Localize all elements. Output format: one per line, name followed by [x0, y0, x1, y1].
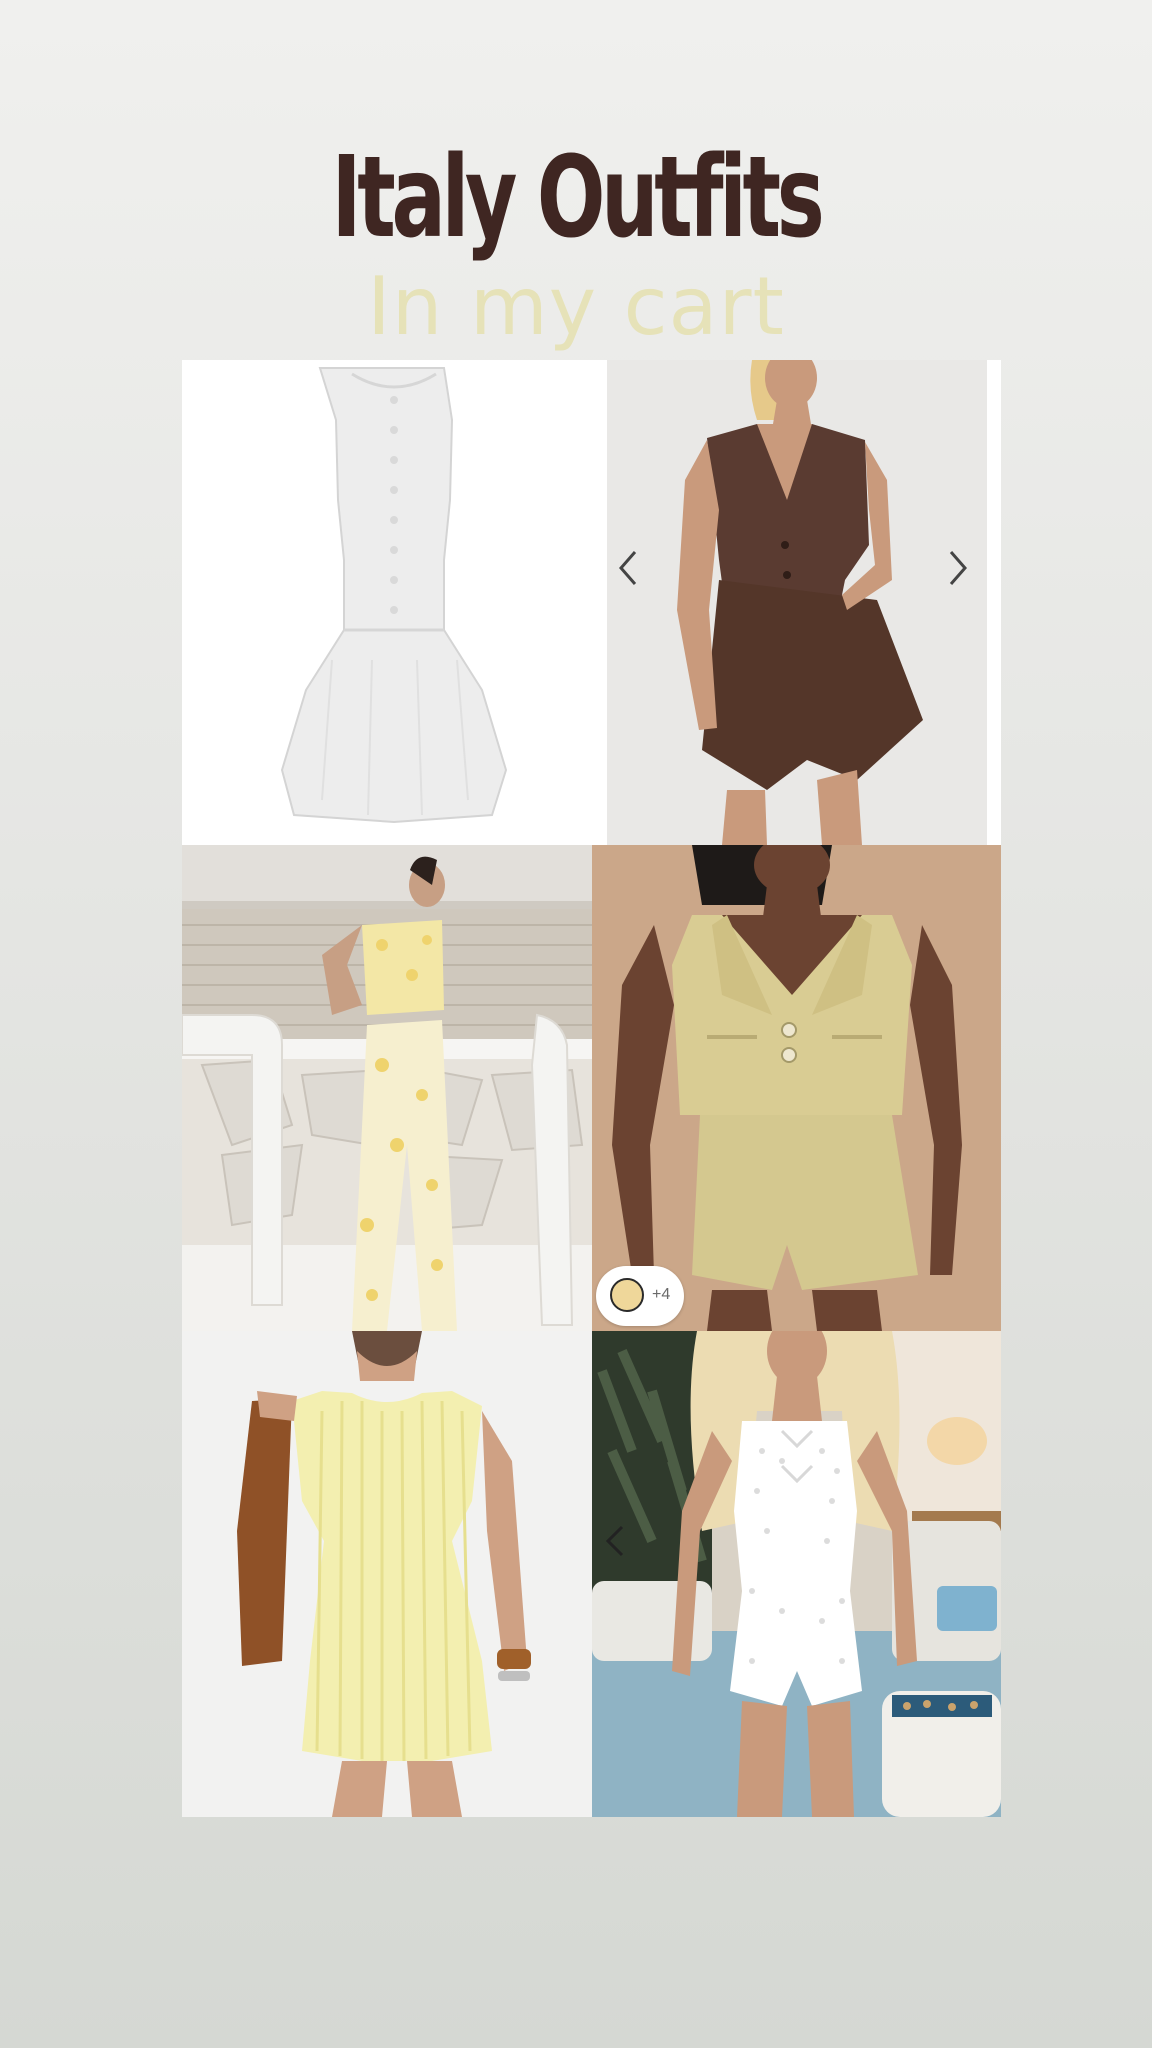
- product-image-yellow-floral-set[interactable]: [182, 845, 592, 1331]
- carousel-prev-arrow[interactable]: [598, 1517, 632, 1565]
- product-image-white-dress[interactable]: [182, 360, 607, 845]
- carousel-prev-arrow[interactable]: [611, 544, 645, 592]
- product-image-white-eyelet-romper[interactable]: [592, 1331, 1001, 1817]
- color-swatch-selector[interactable]: +4: [596, 1266, 684, 1326]
- page-subtitle: In my cart: [367, 260, 785, 353]
- product-image-beige-tweed-set[interactable]: [592, 845, 1001, 1331]
- more-colors-count[interactable]: +4: [652, 1285, 670, 1305]
- carousel-next-arrow[interactable]: [941, 544, 975, 592]
- product-image-brown-vest-set[interactable]: [607, 360, 1001, 845]
- color-swatch-dot[interactable]: [610, 1278, 644, 1312]
- page-title: Italy Outfits: [331, 133, 825, 263]
- product-image-yellow-striped-dress[interactable]: [182, 1331, 592, 1817]
- outfit-grid: +4: [182, 360, 1001, 1817]
